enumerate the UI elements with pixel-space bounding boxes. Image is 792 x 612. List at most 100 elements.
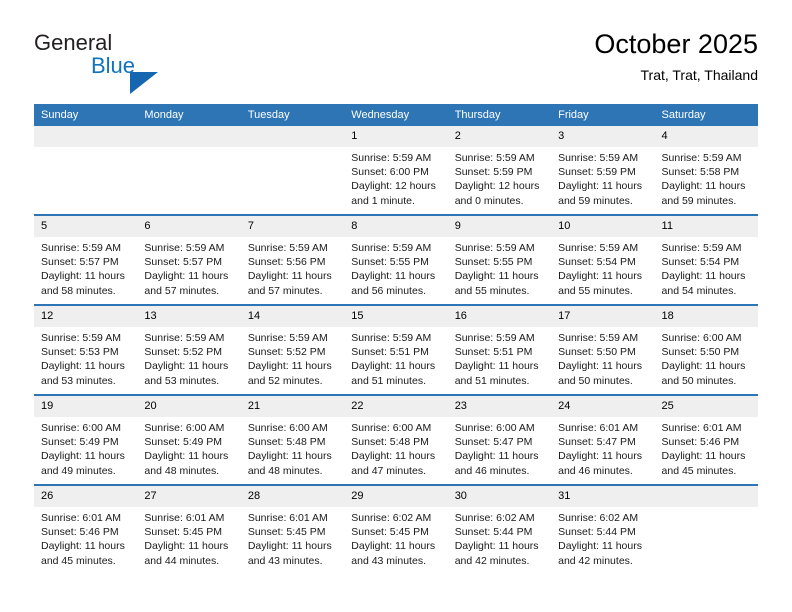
day-detail: Sunrise: 5:59 AM Sunset: 5:53 PM Daylight:… <box>34 327 137 388</box>
calendar-day-cell[interactable]: 2 Sunrise: 5:59 AM Sunset: 5:59 PM Daylight… <box>447 126 552 215</box>
daylight-text-line2: and 51 minutes. <box>454 374 530 387</box>
sunrise-text: Sunrise: 5:59 AM <box>351 332 432 344</box>
sunset-text: Sunset: 5:48 PM <box>247 436 326 449</box>
calendar-day-cell[interactable]: 15 Sunrise: 5:59 AM Sunset: 5:51 PM Dayligh… <box>344 304 448 395</box>
daylight-text-line2: and 55 minutes. <box>558 284 633 297</box>
day-number <box>34 126 138 147</box>
day-number: 13 <box>137 306 241 327</box>
calendar-day-cell[interactable]: 7 Sunrise: 5:59 AM Sunset: 5:56 PM Daylight… <box>240 214 345 305</box>
day-detail: Sunrise: 5:59 AM Sunset: 5:57 PM Daylight:… <box>34 237 137 298</box>
daylight-text-line2: and 45 minutes. <box>41 554 116 567</box>
day-number: 6 <box>137 216 241 237</box>
calendar-day-cell[interactable]: 10 Sunrise: 5:59 AM Sunset: 5:54 PM Dayligh… <box>551 214 655 305</box>
day-detail: Sunrise: 6:02 AM Sunset: 5:44 PM Daylight:… <box>551 507 654 568</box>
calendar-day-cell[interactable]: 31 Sunrise: 6:02 AM Sunset: 5:44 PM Dayligh… <box>551 484 655 574</box>
sunrise-text: Sunrise: 5:59 AM <box>41 332 121 344</box>
day-number: 11 <box>654 216 758 237</box>
brand-logo[interactable]: General Blue <box>34 28 294 94</box>
calendar-header-row: Sunday Monday Tuesday Wednesday Thursday… <box>34 104 758 126</box>
daylight-text-line1: Daylight: 11 hours <box>144 540 229 553</box>
day-cell-inner: 18 Sunrise: 6:00 AM Sunset: 5:50 PM Dayligh… <box>654 306 758 394</box>
calendar-day-cell[interactable]: 1 Sunrise: 5:59 AM Sunset: 6:00 PM Daylight… <box>344 126 448 215</box>
sunset-text: Sunset: 5:51 PM <box>351 346 429 359</box>
calendar-day-cell[interactable]: 30 Sunrise: 6:02 AM Sunset: 5:44 PM Dayligh… <box>447 484 552 574</box>
daylight-text-line1: Daylight: 11 hours <box>247 270 332 283</box>
daylight-text-line2: and 58 minutes. <box>41 284 116 297</box>
daylight-text-line2: and 45 minutes. <box>661 464 737 477</box>
calendar-week-row: 1 Sunrise: 5:59 AM Sunset: 6:00 PM Daylight… <box>34 126 758 215</box>
calendar-body: 1 Sunrise: 5:59 AM Sunset: 6:00 PM Daylight… <box>34 126 758 574</box>
day-cell-inner: 21 Sunrise: 6:00 AM Sunset: 5:48 PM Dayligh… <box>240 396 345 484</box>
sunset-text: Sunset: 5:58 PM <box>661 166 740 179</box>
calendar-day-cell[interactable]: 4 Sunrise: 5:59 AM Sunset: 5:58 PM Daylight… <box>654 126 758 215</box>
calendar-day-cell[interactable]: 3 Sunrise: 5:59 AM Sunset: 5:59 PM Daylight… <box>551 126 655 215</box>
sunrise-text: Sunrise: 5:59 AM <box>558 332 639 344</box>
calendar-day-cell[interactable]: 6 Sunrise: 5:59 AM Sunset: 5:57 PM Daylight… <box>137 214 241 305</box>
calendar-day-cell[interactable]: 16 Sunrise: 5:59 AM Sunset: 5:51 PM Dayligh… <box>447 304 552 395</box>
sunrise-text: Sunrise: 5:59 AM <box>661 152 742 164</box>
calendar-day-cell[interactable]: 11 Sunrise: 5:59 AM Sunset: 5:54 PM Dayligh… <box>654 214 758 305</box>
daylight-text-line2: and 56 minutes. <box>351 284 426 297</box>
calendar-day-cell[interactable]: 28 Sunrise: 6:01 AM Sunset: 5:45 PM Dayligh… <box>240 484 345 574</box>
daylight-text-line1: Daylight: 12 hours <box>454 180 540 193</box>
day-cell-inner: 13 Sunrise: 5:59 AM Sunset: 5:52 PM Dayligh… <box>137 306 241 394</box>
day-detail: Sunrise: 6:00 AM Sunset: 5:48 PM Daylight:… <box>241 417 344 478</box>
calendar-day-cell[interactable]: 14 Sunrise: 5:59 AM Sunset: 5:52 PM Dayligh… <box>240 304 345 395</box>
daylight-text-line1: Daylight: 11 hours <box>247 450 332 463</box>
day-number: 18 <box>654 306 758 327</box>
daylight-text-line2: and 48 minutes. <box>144 464 220 477</box>
day-cell-inner: 22 Sunrise: 6:00 AM Sunset: 5:48 PM Dayligh… <box>344 396 448 484</box>
calendar-day-cell[interactable]: 25 Sunrise: 6:01 AM Sunset: 5:46 PM Dayligh… <box>654 394 758 485</box>
day-cell-inner <box>240 126 345 214</box>
weekday-header-wednesday: Wednesday <box>344 104 448 126</box>
daylight-text-line1: Daylight: 11 hours <box>558 540 642 553</box>
day-number: 12 <box>34 306 138 327</box>
calendar-day-cell[interactable]: 20 Sunrise: 6:00 AM Sunset: 5:49 PM Dayligh… <box>137 394 241 485</box>
daylight-text-line2: and 43 minutes. <box>351 554 426 567</box>
daylight-text-line1: Daylight: 11 hours <box>454 540 539 553</box>
day-number: 20 <box>137 396 241 417</box>
calendar-day-cell[interactable]: 13 Sunrise: 5:59 AM Sunset: 5:52 PM Dayligh… <box>137 304 241 395</box>
day-cell-inner: 30 Sunrise: 6:02 AM Sunset: 5:44 PM Dayligh… <box>447 486 552 574</box>
day-detail: Sunrise: 5:59 AM Sunset: 5:54 PM Daylight:… <box>655 237 758 298</box>
day-detail: Sunrise: 6:02 AM Sunset: 5:45 PM Daylight:… <box>344 507 447 568</box>
calendar-day-cell[interactable]: 12 Sunrise: 5:59 AM Sunset: 5:53 PM Dayligh… <box>34 304 138 395</box>
day-detail: Sunrise: 5:59 AM Sunset: 5:51 PM Daylight:… <box>344 327 447 388</box>
calendar-day-cell[interactable]: 8 Sunrise: 5:59 AM Sunset: 5:55 PM Daylight… <box>344 214 448 305</box>
calendar-day-cell[interactable]: 24 Sunrise: 6:01 AM Sunset: 5:47 PM Dayligh… <box>551 394 655 485</box>
calendar-table: Sunday Monday Tuesday Wednesday Thursday… <box>34 104 758 574</box>
calendar-day-cell[interactable]: 9 Sunrise: 5:59 AM Sunset: 5:55 PM Daylight… <box>447 214 552 305</box>
sunset-text: Sunset: 5:59 PM <box>558 166 636 179</box>
calendar-week-row: 5 Sunrise: 5:59 AM Sunset: 5:57 PM Daylight… <box>34 214 758 305</box>
sunrise-text: Sunrise: 6:01 AM <box>661 422 742 434</box>
calendar-day-cell[interactable]: 21 Sunrise: 6:00 AM Sunset: 5:48 PM Dayligh… <box>240 394 345 485</box>
calendar-day-cell[interactable]: 29 Sunrise: 6:02 AM Sunset: 5:45 PM Dayligh… <box>344 484 448 574</box>
sunset-text: Sunset: 5:52 PM <box>247 346 326 359</box>
day-number: 27 <box>137 486 241 507</box>
sunrise-text: Sunrise: 5:59 AM <box>454 332 535 344</box>
sunset-text: Sunset: 5:57 PM <box>144 256 223 269</box>
day-cell-inner: 11 Sunrise: 5:59 AM Sunset: 5:54 PM Dayligh… <box>654 216 758 304</box>
calendar-day-cell[interactable]: 17 Sunrise: 5:59 AM Sunset: 5:50 PM Dayligh… <box>551 304 655 395</box>
calendar-day-cell[interactable]: 23 Sunrise: 6:00 AM Sunset: 5:47 PM Dayligh… <box>447 394 552 485</box>
calendar-day-cell[interactable]: 26 Sunrise: 6:01 AM Sunset: 5:46 PM Dayligh… <box>34 484 138 574</box>
daylight-text-line2: and 54 minutes. <box>661 284 737 297</box>
calendar-day-cell[interactable]: 5 Sunrise: 5:59 AM Sunset: 5:57 PM Daylight… <box>34 214 138 305</box>
day-number <box>654 486 758 507</box>
day-cell-inner: 2 Sunrise: 5:59 AM Sunset: 5:59 PM Daylight… <box>447 126 552 214</box>
sunrise-text: Sunrise: 6:02 AM <box>558 512 639 524</box>
sunset-text: Sunset: 5:49 PM <box>41 436 119 449</box>
calendar-day-cell[interactable]: 18 Sunrise: 6:00 AM Sunset: 5:50 PM Dayligh… <box>654 304 758 395</box>
sunset-text: Sunset: 5:50 PM <box>661 346 740 359</box>
daylight-text-line1: Daylight: 11 hours <box>351 360 436 373</box>
calendar-day-cell[interactable]: 19 Sunrise: 6:00 AM Sunset: 5:49 PM Dayligh… <box>34 394 138 485</box>
weekday-header-tuesday: Tuesday <box>240 104 345 126</box>
calendar-day-cell[interactable]: 27 Sunrise: 6:01 AM Sunset: 5:45 PM Dayligh… <box>137 484 241 574</box>
calendar-day-cell-empty <box>240 126 345 215</box>
day-detail: Sunrise: 6:00 AM Sunset: 5:50 PM Daylight:… <box>655 327 758 388</box>
calendar-day-cell[interactable]: 22 Sunrise: 6:00 AM Sunset: 5:48 PM Dayligh… <box>344 394 448 485</box>
sunrise-text: Sunrise: 6:01 AM <box>247 512 328 524</box>
daylight-text-line2: and 46 minutes. <box>558 464 633 477</box>
calendar-day-cell-empty <box>34 126 138 215</box>
day-detail: Sunrise: 6:00 AM Sunset: 5:49 PM Daylight:… <box>34 417 137 478</box>
